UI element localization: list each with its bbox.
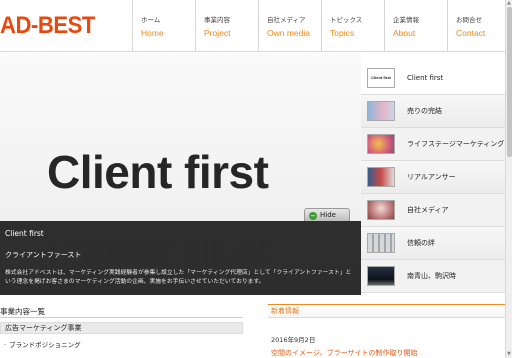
thumb-image	[367, 101, 395, 121]
global-nav: ホーム Home 事業内容 Project 自社メディア Own media ト…	[132, 0, 510, 52]
hero-title: Client first	[47, 146, 269, 198]
news-heading: 新着情報	[268, 304, 505, 318]
page-scrollbar[interactable]: ▲ ▼	[505, 0, 512, 358]
thumb-label: 自社メディア	[407, 206, 449, 214]
thumb-client-first[interactable]: Client first Client first	[361, 62, 505, 95]
nav-item-label-en: Topics	[330, 28, 355, 38]
thumb-image	[367, 233, 395, 253]
thumb-image	[367, 134, 395, 154]
thumb-label: 信頼の絆	[407, 239, 435, 247]
thumb-label: 売りの完結	[407, 107, 442, 115]
thumb-sales-completion[interactable]: 売りの完結	[361, 95, 505, 128]
nav-item-label-ja: お問合せ	[456, 16, 482, 24]
thumb-image	[367, 167, 395, 187]
business-item-brand-positioning[interactable]: ブランドポジショニング	[4, 339, 81, 349]
thumb-life-stage-marketing[interactable]: ライフステージマーケティング	[361, 128, 505, 161]
nav-item-label-ja: ホーム	[141, 16, 161, 24]
thumb-minami-aoyama[interactable]: 南青山、駒沢時	[361, 260, 505, 293]
thumb-label: Client first	[407, 74, 444, 82]
slider-thumbnail-list: Client first Client first 売りの完結 ライフステージマ…	[361, 62, 505, 293]
nav-item-label-en: Contact	[456, 28, 486, 38]
news-date: 2016年9月2日	[271, 336, 316, 344]
nav-item-topics[interactable]: トピックス Topics	[321, 0, 384, 52]
news-link[interactable]: 空間のイメージ、ブラーサイトの制作取り開始	[268, 348, 505, 358]
hide-caption-button[interactable]: − Hide	[304, 208, 350, 221]
news-section: 新着情報 2016年9月2日 空間のイメージ、ブラーサイトの制作取り開始	[268, 304, 505, 358]
caption-heading: Client first	[5, 229, 44, 238]
hero-slider: Client first Client first −Hide Client f…	[0, 53, 361, 295]
nav-item-label-ja: 事業内容	[204, 16, 230, 24]
scroll-up-arrow-icon[interactable]: ▲	[507, 0, 511, 6]
nav-item-label-ja: 企業情報	[393, 16, 419, 24]
caption-text: 株式会社アドベストは、マーケティング実践経験者が参集し設立した「マーケティング代…	[5, 270, 352, 285]
nav-item-label-en: Own media	[267, 28, 310, 38]
nav-item-own-media[interactable]: 自社メディア Own media	[258, 0, 321, 52]
caption-subheading: クライアントファースト	[5, 251, 82, 259]
hide-button-label: Hide	[320, 211, 336, 219]
scroll-down-arrow-icon[interactable]: ▼	[507, 351, 511, 357]
nav-item-label-en: Project	[204, 28, 231, 38]
nav-item-about[interactable]: 企業情報 About	[384, 0, 447, 52]
hero-caption: Client first クライアントファースト 株式会社アドベストは、マーケテ…	[0, 221, 361, 295]
nav-item-project[interactable]: 事業内容 Project	[195, 0, 258, 52]
nav-item-contact[interactable]: お問合せ Contact	[447, 0, 510, 52]
thumb-own-media[interactable]: 自社メディア	[361, 194, 505, 227]
thumb-trust-bond[interactable]: 信頼の絆	[361, 227, 505, 260]
business-category-advertising[interactable]: 広告マーケティング事業	[0, 322, 243, 334]
nav-item-label-ja: 自社メディア	[267, 16, 306, 24]
thumb-label: ライフステージマーケティング	[407, 140, 505, 148]
thumb-real-answer[interactable]: リアルアンサー	[361, 161, 505, 194]
thumb-image	[367, 266, 395, 286]
business-divider	[0, 317, 243, 318]
nav-item-label-en: About	[393, 28, 416, 38]
thumb-image: Client first	[367, 68, 395, 88]
scrollbar-thumb[interactable]	[507, 7, 512, 157]
nav-item-home[interactable]: ホーム Home	[132, 0, 195, 52]
site-header: AD-BEST ホーム Home 事業内容 Project 自社メディア Own…	[0, 0, 510, 52]
thumb-image	[367, 200, 395, 220]
thumb-label: 南青山、駒沢時	[407, 272, 456, 280]
nav-item-label-ja: トピックス	[330, 16, 363, 24]
site-logo[interactable]: AD-BEST	[0, 12, 95, 40]
minus-icon: −	[309, 212, 317, 220]
nav-item-label-en: Home	[141, 28, 164, 38]
thumb-label: リアルアンサー	[407, 173, 456, 181]
business-list-heading: 事業内容一覧	[0, 307, 45, 316]
